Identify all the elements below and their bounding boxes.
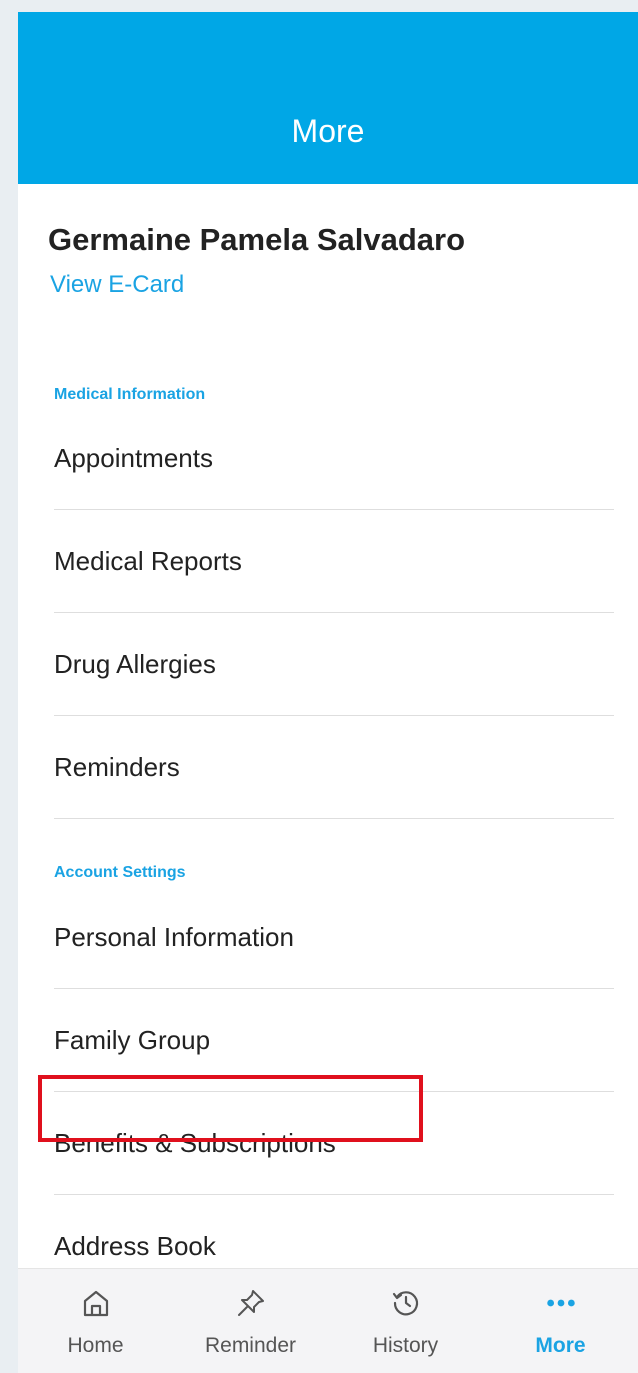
menu-item-personal-information[interactable]: Personal Information (54, 886, 614, 989)
more-dots-icon (545, 1287, 577, 1319)
phone-screen: More Germaine Pamela Salvadaro View E-Ca… (18, 12, 638, 1373)
tab-more[interactable]: More (483, 1269, 638, 1373)
view-ecard-link[interactable]: View E-Card (50, 271, 184, 299)
menu-item-medical-reports[interactable]: Medical Reports (54, 510, 614, 613)
home-icon (80, 1287, 112, 1319)
menu-item-label: Medical Reports (54, 545, 242, 576)
menu-item-label: Address Book (54, 1230, 216, 1261)
menu-item-benefits-subscriptions[interactable]: Benefits & Subscriptions (54, 1092, 614, 1195)
menu-item-label: Family Group (54, 1024, 211, 1055)
menu-item-label: Drug Allergies (54, 648, 216, 679)
menu-item-label: Personal Information (54, 921, 294, 952)
section-label-medical-information: Medical Information (54, 386, 206, 403)
tab-label: Reminder (204, 1334, 297, 1357)
tab-label: History (372, 1334, 439, 1357)
section-label-account-settings: Account Settings (54, 864, 186, 881)
bottom-tab-bar: Home Reminder History More (18, 1268, 638, 1373)
pin-icon (235, 1287, 267, 1319)
menu-item-label: Reminders (54, 751, 180, 782)
menu-item-family-group[interactable]: Family Group (54, 989, 614, 1092)
menu-item-label: Appointments (54, 442, 213, 473)
tab-reminder[interactable]: Reminder (173, 1269, 328, 1373)
page-title: More (291, 113, 365, 149)
tab-history[interactable]: History (328, 1269, 483, 1373)
menu-item-label: Benefits & Subscriptions (54, 1127, 336, 1158)
tab-label: Home (67, 1334, 124, 1357)
tab-home[interactable]: Home (18, 1269, 173, 1373)
app-header: More (18, 12, 638, 184)
menu-item-reminders[interactable]: Reminders (54, 716, 614, 819)
menu-item-appointments[interactable]: Appointments (54, 407, 614, 510)
menu-item-drug-allergies[interactable]: Drug Allergies (54, 613, 614, 716)
history-icon (390, 1287, 422, 1319)
tab-label: More (535, 1334, 586, 1357)
profile-name: Germaine Pamela Salvadaro (48, 222, 466, 257)
